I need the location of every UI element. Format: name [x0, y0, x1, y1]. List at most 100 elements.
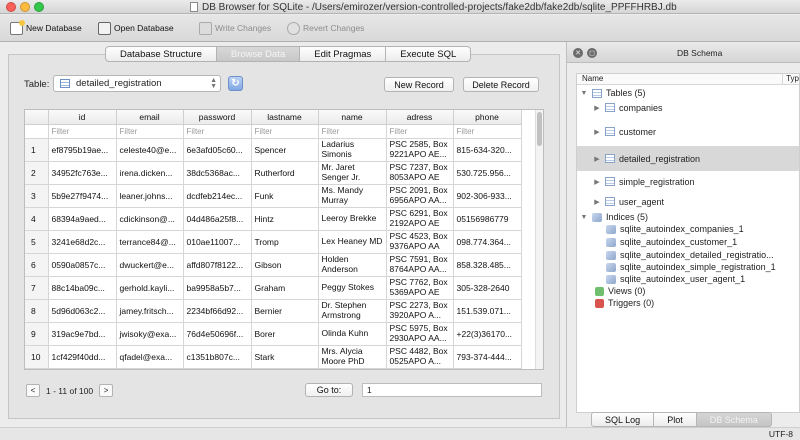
tree-index-item[interactable]: sqlite_autoindex_customer_1	[606, 236, 737, 248]
table-cell[interactable]: 05156986779	[453, 207, 522, 231]
data-grid[interactable]: id email password lastname name adress p…	[24, 109, 544, 370]
table-cell[interactable]: 3241e68d2c...	[48, 230, 117, 254]
filter-input-id[interactable]: Filter	[48, 124, 117, 139]
table-cell[interactable]: PSC 7762, Box 5369APO AE	[386, 276, 454, 300]
chevron-right-icon[interactable]: ▶	[593, 128, 601, 136]
table-cell[interactable]: 858.328.485...	[453, 253, 522, 277]
table-cell[interactable]: terrance84@...	[116, 230, 184, 254]
table-cell[interactable]: 530.725.956...	[453, 161, 522, 185]
table-cell[interactable]: 793-374-444...	[453, 345, 522, 369]
table-row[interactable]: 10 1cf429f40dd... qfadel@exa... c1351b807c.…	[25, 345, 522, 369]
minimize-window-button[interactable]	[20, 2, 30, 12]
table-cell[interactable]: PSC 3185, Box 2538APO AE	[386, 368, 454, 369]
new-database-button[interactable]: New Database	[10, 19, 82, 36]
table-select[interactable]: detailed_registration ▲ ▼	[53, 75, 221, 92]
tree-index-item[interactable]: sqlite_autoindex_companies_1	[606, 223, 744, 235]
filter-input-lastname[interactable]: Filter	[251, 124, 319, 139]
table-cell[interactable]: jwisoky@exa...	[116, 322, 184, 346]
table-row[interactable]: 7 88c14ba09c... gerhold.kayli... ba9958a5b7…	[25, 276, 522, 300]
table-cell[interactable]: 010ae11007...	[183, 230, 252, 254]
column-header-lastname[interactable]: lastname	[251, 110, 319, 125]
delete-record-button[interactable]: Delete Record	[463, 77, 539, 92]
tab-browse-data[interactable]: Browse Data	[216, 46, 301, 62]
column-header-password[interactable]: password	[183, 110, 252, 125]
table-cell[interactable]: 2234bf66d92...	[183, 299, 252, 323]
table-row[interactable]: 2 34952fc763e... irena.dicken... 38dc5368ac…	[25, 161, 522, 185]
table-cell[interactable]: 34952fc763e...	[48, 161, 117, 185]
table-cell[interactable]: Olinda Kuhn	[318, 322, 387, 346]
table-cell[interactable]: Peggy Stokes	[318, 276, 387, 300]
tab-database-structure[interactable]: Database Structure	[105, 46, 217, 62]
table-cell[interactable]: 76d4e50696f...	[183, 322, 252, 346]
table-cell[interactable]: cdickinson@...	[116, 207, 184, 231]
table-row[interactable]: 6 0590a0857c... dwuckert@e... affd807f8122.…	[25, 253, 522, 277]
tree-item-detailed-registration[interactable]: ▶ detailed_registration	[577, 146, 799, 171]
tree-index-item[interactable]: sqlite_autoindex_simple_registration_1	[606, 261, 776, 273]
table-cell[interactable]: 21b2cabc12...	[183, 368, 252, 369]
goto-input[interactable]: 1	[362, 383, 542, 397]
table-cell[interactable]: Ms. Mandy Murray	[318, 184, 387, 208]
next-page-button[interactable]: >	[99, 384, 114, 397]
tree-index-item[interactable]: sqlite_autoindex_detailed_registratio...	[606, 249, 774, 261]
close-window-button[interactable]	[6, 2, 16, 12]
table-cell[interactable]: Mrs. Alycia Moore PhD	[318, 345, 387, 369]
table-row[interactable]: 3 5b9e27f9474... leaner.johns... dcdfeb214e…	[25, 184, 522, 208]
column-header-phone[interactable]: phone	[453, 110, 522, 125]
table-cell[interactable]: Bernier	[251, 299, 319, 323]
table-row[interactable]: 1 ef8795b19ae... celeste40@e... 6e3afd05c60…	[25, 138, 522, 162]
tree-indices[interactable]: ▼ Indices (5)	[580, 211, 649, 223]
chevron-down-icon[interactable]: ▼	[580, 214, 588, 221]
new-record-button[interactable]: New Record	[384, 77, 454, 92]
table-cell[interactable]: 38dc5368ac...	[183, 161, 252, 185]
chevron-right-icon[interactable]: ▶	[593, 198, 601, 206]
table-cell[interactable]: 08356434806	[453, 368, 522, 369]
table-cell[interactable]: 305-328-2640	[453, 276, 522, 300]
table-cell[interactable]: Holden Anderson	[318, 253, 387, 277]
filter-input-adress[interactable]: Filter	[386, 124, 454, 139]
table-cell[interactable]: ba9958a5b7...	[183, 276, 252, 300]
table-cell[interactable]: PSC 2091, Box 6956APO AA...	[386, 184, 454, 208]
filter-input-name[interactable]: Filter	[318, 124, 387, 139]
table-row[interactable]: 8 5d96d063c2... jamey.fritsch... 2234bf66d9…	[25, 299, 522, 323]
table-cell[interactable]: PSC 6291, Box 2192APO AE	[386, 207, 454, 231]
chevron-right-icon[interactable]: ▶	[593, 178, 601, 186]
table-row[interactable]: 1147b479da82...ubartell@ex...21b2cabc12.…	[25, 368, 522, 369]
table-cell[interactable]: celeste40@e...	[116, 138, 184, 162]
table-cell[interactable]: Spencer	[251, 138, 319, 162]
zoom-window-button[interactable]	[34, 2, 44, 12]
table-cell[interactable]: PSC 5975, Box 2930APO AA...	[386, 322, 454, 346]
column-header-adress[interactable]: adress	[386, 110, 454, 125]
table-cell[interactable]: Mr. Jaret Senger Jr.	[318, 161, 387, 185]
tree-item-customer[interactable]: ▶ customer	[577, 120, 799, 143]
table-cell[interactable]: irena.dicken...	[116, 161, 184, 185]
tree-index-item[interactable]: sqlite_autoindex_user_agent_1	[606, 273, 745, 285]
table-cell[interactable]: Rutherford	[251, 161, 319, 185]
filter-input-password[interactable]: Filter	[183, 124, 252, 139]
write-changes-button[interactable]: Write Changes	[199, 20, 271, 36]
table-cell[interactable]: Funk	[251, 184, 319, 208]
panel-divider[interactable]	[566, 42, 567, 427]
table-row[interactable]: 9 319ac9e7bd... jwisoky@exa... 76d4e50696f.…	[25, 322, 522, 346]
table-cell[interactable]: 04d486a25f8...	[183, 207, 252, 231]
tree-triggers[interactable]: Triggers (0)	[595, 297, 654, 309]
dock-close-icon[interactable]: ✕	[573, 48, 583, 58]
column-header-name[interactable]: name	[318, 110, 387, 125]
tab-plot[interactable]: Plot	[654, 412, 697, 427]
table-cell[interactable]: Dr. Stephen Armstrong	[318, 299, 387, 323]
table-cell[interactable]: 88c14ba09c...	[48, 276, 117, 300]
column-header-email[interactable]: email	[116, 110, 184, 125]
table-cell[interactable]: Hintz	[251, 207, 319, 231]
table-cell[interactable]: +22(3)36170...	[453, 322, 522, 346]
column-header-id[interactable]: id	[48, 110, 117, 125]
table-cell[interactable]: affd807f8122...	[183, 253, 252, 277]
chevron-right-icon[interactable]: ▶	[593, 155, 601, 163]
table-row[interactable]: 4 68394a9aed... cdickinson@... 04d486a25f8.…	[25, 207, 522, 231]
table-cell[interactable]: PSC 7591, Box 8764APO AA...	[386, 253, 454, 277]
table-cell[interactable]: PSC 4482, Box 0525APO A...	[386, 345, 454, 369]
table-cell[interactable]: ubartell@ex...	[116, 368, 184, 369]
table-cell[interactable]: 098.774.364...	[453, 230, 522, 254]
table-cell[interactable]: 5d96d063c2...	[48, 299, 117, 323]
table-cell[interactable]: dcdfeb214ec...	[183, 184, 252, 208]
tab-execute-sql[interactable]: Execute SQL	[386, 46, 472, 62]
table-cell[interactable]: Leeroy Brekke	[318, 207, 387, 231]
